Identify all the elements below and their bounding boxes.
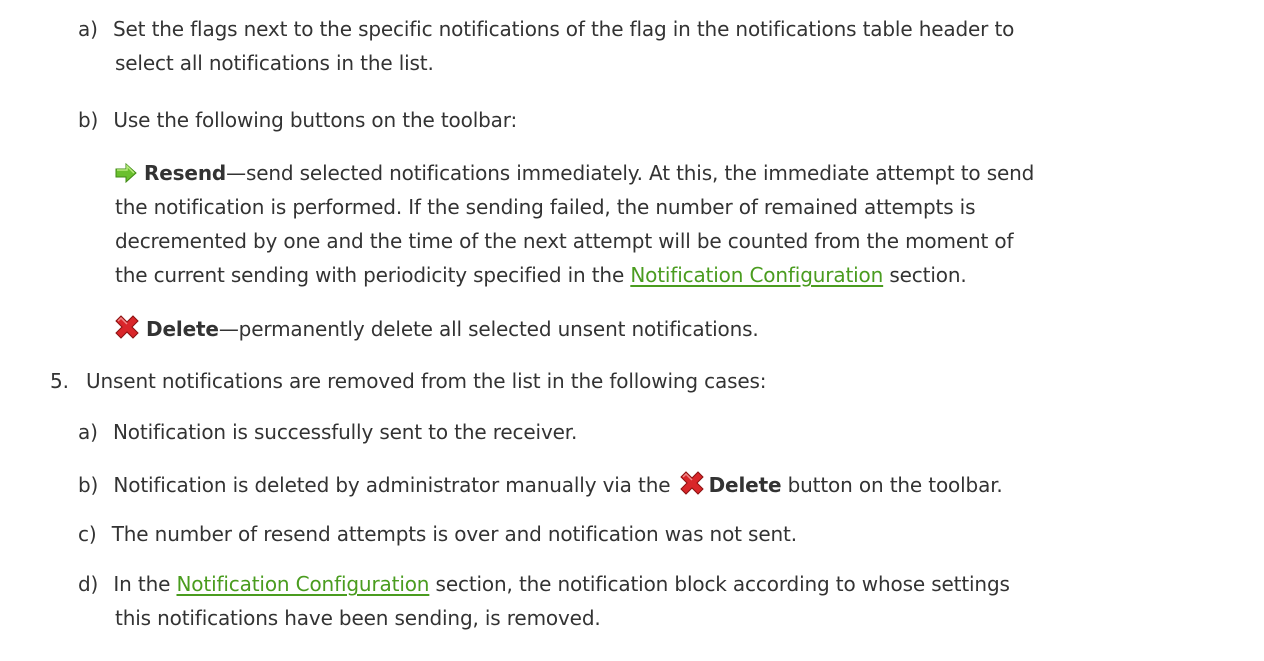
step-5-text: Unsent notifications are removed from th… xyxy=(86,369,767,393)
item-b-text: Use the following buttons on the toolbar… xyxy=(113,108,518,132)
item-b-line-1: b) Use the following buttons on the tool… xyxy=(78,108,517,132)
green-arrow-icon xyxy=(114,162,138,188)
delete-line-1: Delete—permanently delete all selected u… xyxy=(114,315,759,344)
step-5-line-1: 5. Unsent notifications are removed from… xyxy=(50,369,767,393)
item-a-label: a) xyxy=(78,17,98,41)
item-b-label: b) xyxy=(78,108,99,132)
notification-configuration-link[interactable]: Notification Configuration xyxy=(630,263,883,287)
red-x-icon xyxy=(679,471,705,500)
case-a-label: a) xyxy=(78,420,98,444)
notification-configuration-link[interactable]: Notification Configuration xyxy=(176,572,429,596)
resend-line-1: Resend—send selected notifications immed… xyxy=(114,161,1034,188)
item-a-line-2: select all notifications in the list. xyxy=(115,51,434,75)
case-a-text: Notification is successfully sent to the… xyxy=(112,420,578,444)
case-d-line-1: d) In the Notification Configuration sec… xyxy=(78,572,1010,596)
case-a-line: a) Notification is successfully sent to … xyxy=(78,420,577,444)
case-c-line: c) The number of resend attempts is over… xyxy=(78,522,797,546)
resend-line-4: the current sending with periodicity spe… xyxy=(115,263,967,287)
case-d-text-before: In the xyxy=(113,572,177,596)
step-5-label: 5. xyxy=(50,369,69,393)
case-d-text-after: section, the notification block accordin… xyxy=(429,572,1010,596)
item-a-text: Set the flags next to the specific notif… xyxy=(112,17,1015,41)
case-c-text: The number of resend attempts is over an… xyxy=(111,522,797,546)
resend-desc: —send selected notifications immediately… xyxy=(226,161,1035,185)
resend-line-4-after: section. xyxy=(883,263,967,287)
resend-title: Resend xyxy=(144,161,227,185)
item-a-line-1: a) Set the flags next to the specific no… xyxy=(78,17,1014,41)
case-b-text-after: button on the toolbar. xyxy=(781,473,1003,497)
delete-desc: —permanently delete all selected unsent … xyxy=(218,317,759,341)
resend-line-3: decremented by one and the time of the n… xyxy=(115,229,1014,253)
red-x-icon xyxy=(114,315,140,344)
resend-line-2: the notification is performed. If the se… xyxy=(115,195,976,219)
case-b-text-before: Notification is deleted by administrator… xyxy=(113,473,677,497)
case-d-label: d) xyxy=(78,572,99,596)
resend-line-4-before: the current sending with periodicity spe… xyxy=(115,263,631,287)
case-c-label: c) xyxy=(78,522,97,546)
case-b-label: b) xyxy=(78,473,99,497)
case-d-line-2: this notifications have been sending, is… xyxy=(115,606,601,630)
case-b-delete-label: Delete xyxy=(708,473,782,497)
delete-title: Delete xyxy=(146,317,219,341)
case-b-line: b) Notification is deleted by administra… xyxy=(78,471,1003,500)
